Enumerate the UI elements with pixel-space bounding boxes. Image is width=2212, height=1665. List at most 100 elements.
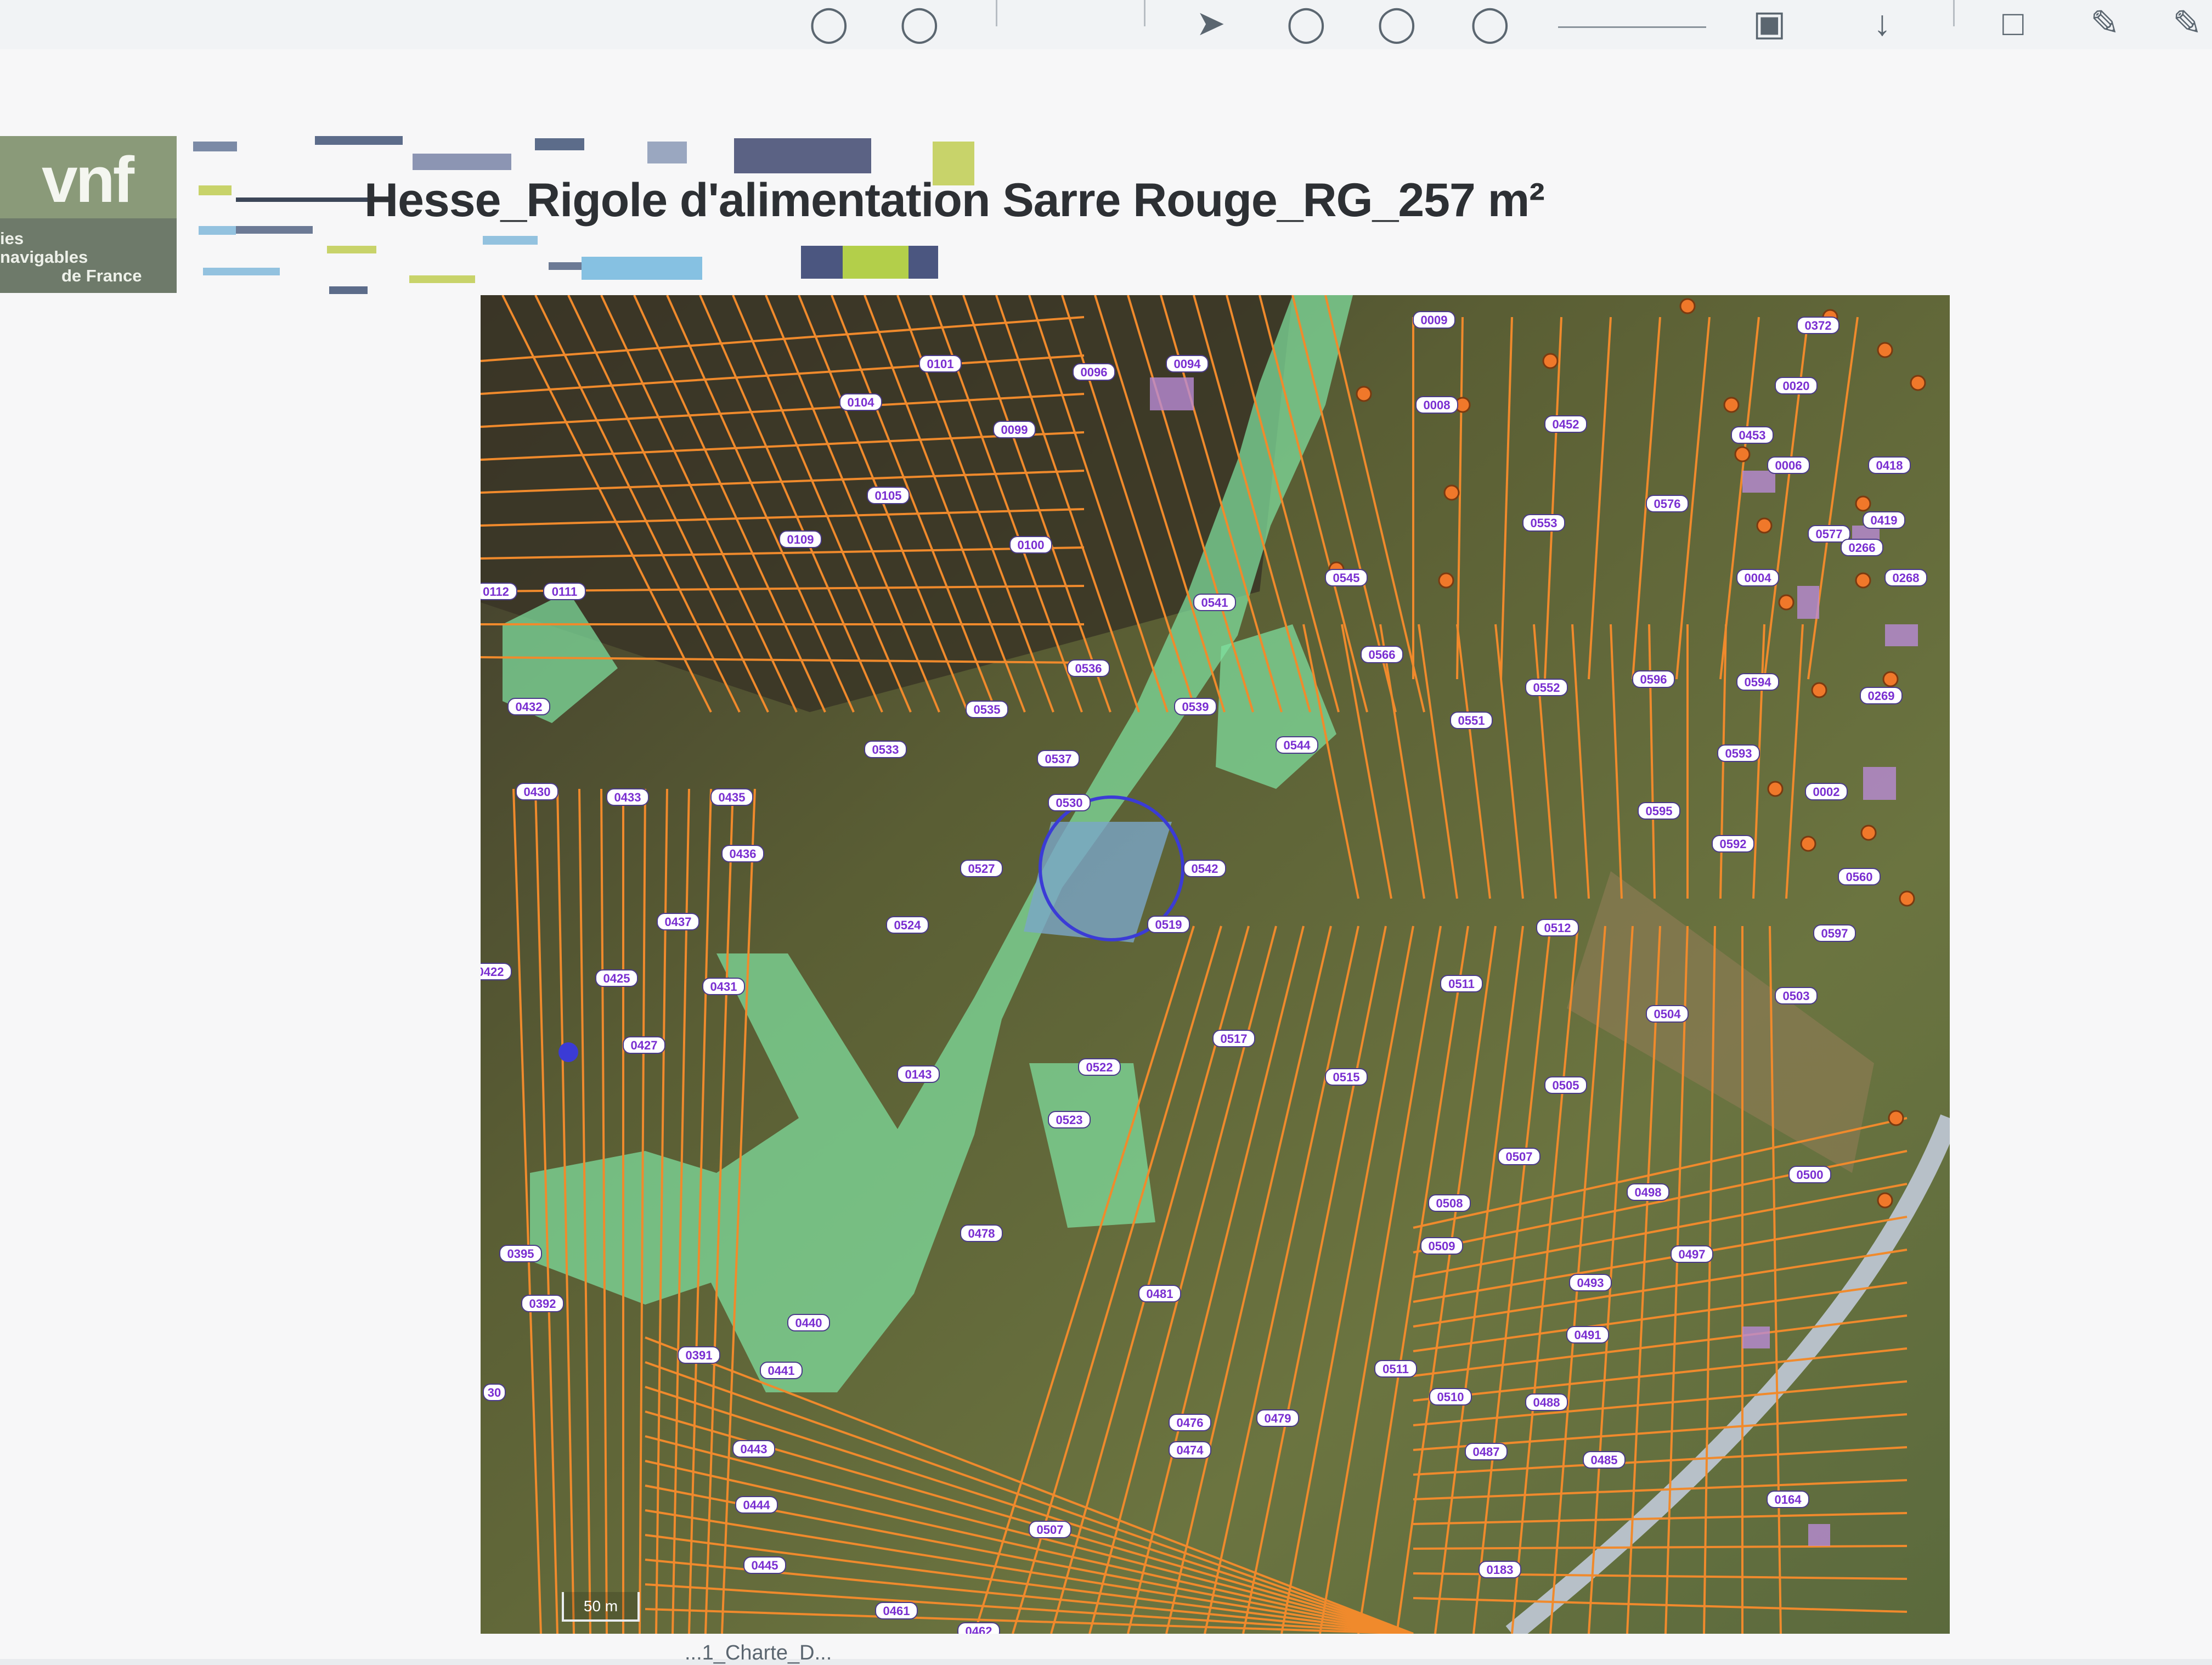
parcel-label: 0422 — [481, 963, 512, 980]
parcel-label-text: 0592 — [1720, 837, 1747, 851]
parcel-label: 0485 — [1583, 1451, 1626, 1469]
parcel-label-text: 0435 — [719, 791, 746, 804]
parcel-label-text: 0441 — [768, 1364, 795, 1378]
parcel-label: 0488 — [1525, 1393, 1568, 1411]
parcel-label-text: 0432 — [516, 700, 543, 714]
parcel-label-text: 0269 — [1868, 689, 1895, 703]
parcel-label: 0510 — [1429, 1388, 1472, 1406]
boundary-point — [1800, 836, 1816, 852]
boundary-point — [1888, 1110, 1904, 1126]
comment-icon[interactable]: □ — [2002, 5, 2024, 41]
zoom-out-icon[interactable]: ◯ — [900, 5, 939, 41]
sign-icon[interactable]: ✎ — [2172, 5, 2202, 41]
parcel-label: 0479 — [1256, 1409, 1299, 1427]
parcel-label-text: 0541 — [1201, 596, 1228, 609]
parcel-label-text: 0105 — [875, 489, 902, 503]
parcel-label-text: 0008 — [1424, 398, 1451, 412]
parcel-label: 0269 — [1860, 687, 1903, 704]
boundary-point — [1723, 397, 1740, 413]
boundary-point — [1882, 671, 1899, 687]
parcel-label: 0594 — [1736, 673, 1779, 691]
boundary-point — [1877, 1192, 1893, 1209]
parcel-label-text: 0551 — [1458, 714, 1485, 727]
parcel-label: 0523 — [1048, 1111, 1091, 1128]
parcel-label: 0111 — [543, 583, 586, 600]
parcel-label-text: 0522 — [1086, 1060, 1113, 1074]
boundary-point — [1356, 386, 1372, 402]
parcel-label: 0099 — [993, 421, 1036, 438]
parcel-label: 0498 — [1627, 1183, 1669, 1201]
circle-icon[interactable]: ◯ — [1377, 5, 1417, 41]
download-icon[interactable]: ↓ — [1874, 5, 1891, 41]
parcel-label: 0539 — [1174, 698, 1217, 715]
document-title: Hesse_Rigole d'alimentation Sarre Rouge_… — [364, 174, 1545, 227]
arrow-up-icon[interactable]: ◯ — [1470, 5, 1510, 41]
parcel-label: 0436 — [721, 845, 764, 862]
parcel-label: 0419 — [1863, 511, 1905, 529]
parcel-label: 0437 — [657, 913, 699, 930]
boundary-point — [1734, 446, 1751, 462]
parcel-label: 0101 — [919, 355, 962, 372]
parcel-label-text: 0422 — [481, 965, 504, 979]
parcel-label-text: 0507 — [1037, 1523, 1064, 1537]
circle-icon[interactable]: ◯ — [1286, 5, 1326, 41]
parcel-label-text: 0461 — [883, 1604, 910, 1618]
parcel-label: 0511 — [1440, 975, 1483, 992]
parcel-label: 0542 — [1183, 860, 1226, 877]
parcel-label: 0444 — [735, 1496, 778, 1514]
zoom-level-field[interactable] — [1558, 0, 1706, 28]
parcel-label-text: 0509 — [1429, 1239, 1455, 1253]
pen-icon[interactable]: ✎ — [2090, 5, 2120, 41]
parcel-label-text: 0542 — [1192, 862, 1218, 876]
parcel-label-text: 0266 — [1849, 541, 1876, 555]
parcel-label-text: 0487 — [1473, 1445, 1500, 1459]
vnf-logo: vnf ies navigables de France — [0, 136, 177, 293]
page-icon[interactable]: ▣ — [1753, 5, 1786, 41]
boundary-point — [1855, 495, 1871, 512]
parcel-label: 0545 — [1325, 569, 1368, 586]
parcel-label: 0536 — [1067, 659, 1110, 677]
parcel-label: 0478 — [960, 1224, 1003, 1242]
map-canvas[interactable]: 0009 0372 0094 0096 0101 0104 0099 0008 0452 0020… — [481, 295, 1950, 1634]
parcel-label-text: 0444 — [743, 1498, 771, 1512]
parcel-label-text: 0517 — [1221, 1032, 1248, 1046]
parcel-label: 0491 — [1566, 1326, 1609, 1344]
parcel-label: 0507 — [1498, 1148, 1541, 1165]
parcel-label: 0508 — [1428, 1194, 1471, 1212]
parcel-label: 0096 — [1073, 363, 1115, 381]
parcel-label-text: 0594 — [1745, 675, 1772, 689]
parcel-label: 0004 — [1736, 569, 1779, 586]
parcel-label: 0392 — [521, 1295, 564, 1312]
parcel-label-text: 0474 — [1177, 1443, 1204, 1457]
parcel-label-text: 0476 — [1177, 1416, 1204, 1430]
cadastral-map[interactable]: 0009 0372 0094 0096 0101 0104 0099 0008 0452 0020… — [481, 295, 1950, 1634]
parcel-label-text: 0100 — [1018, 538, 1045, 552]
parcel-label-text: 0004 — [1745, 571, 1772, 585]
parcel-label: 0266 — [1841, 539, 1883, 556]
parcel-label-text: 0500 — [1797, 1168, 1824, 1182]
parcel-label: 0533 — [864, 741, 907, 758]
parcel-label-text: 0101 — [927, 357, 954, 371]
parcel-label-text: 0537 — [1045, 752, 1072, 766]
parcel-label: 0522 — [1078, 1058, 1121, 1076]
parcel-label-text: 0395 — [507, 1247, 534, 1261]
parcel-label-text: 0595 — [1646, 804, 1673, 818]
parcel-label-text: 30 — [488, 1386, 501, 1399]
parcel-label-text: 0425 — [603, 972, 630, 985]
parcel-label-text: 0445 — [752, 1559, 778, 1572]
parcel-label-text: 0493 — [1577, 1276, 1604, 1290]
parcel-label-text: 0391 — [686, 1348, 713, 1362]
pan-icon[interactable]: ◯ — [809, 5, 849, 41]
parcel-label: 0481 — [1138, 1285, 1181, 1302]
parcel-label-text: 0511 — [1448, 977, 1475, 991]
parcel-label: 0094 — [1166, 355, 1209, 372]
toolbar-divider — [1144, 0, 1146, 26]
parcel-label-text: 0392 — [529, 1297, 556, 1311]
parcel-label-text: 0577 — [1816, 527, 1843, 541]
parcel-label-text: 0535 — [974, 703, 1001, 716]
location-marker[interactable] — [558, 1042, 578, 1062]
cursor-icon[interactable]: ➤ — [1196, 5, 1226, 41]
parcel-label: 0576 — [1646, 495, 1689, 512]
parcel-label: 0560 — [1838, 868, 1881, 885]
parcel-label-text: 0504 — [1654, 1007, 1681, 1021]
